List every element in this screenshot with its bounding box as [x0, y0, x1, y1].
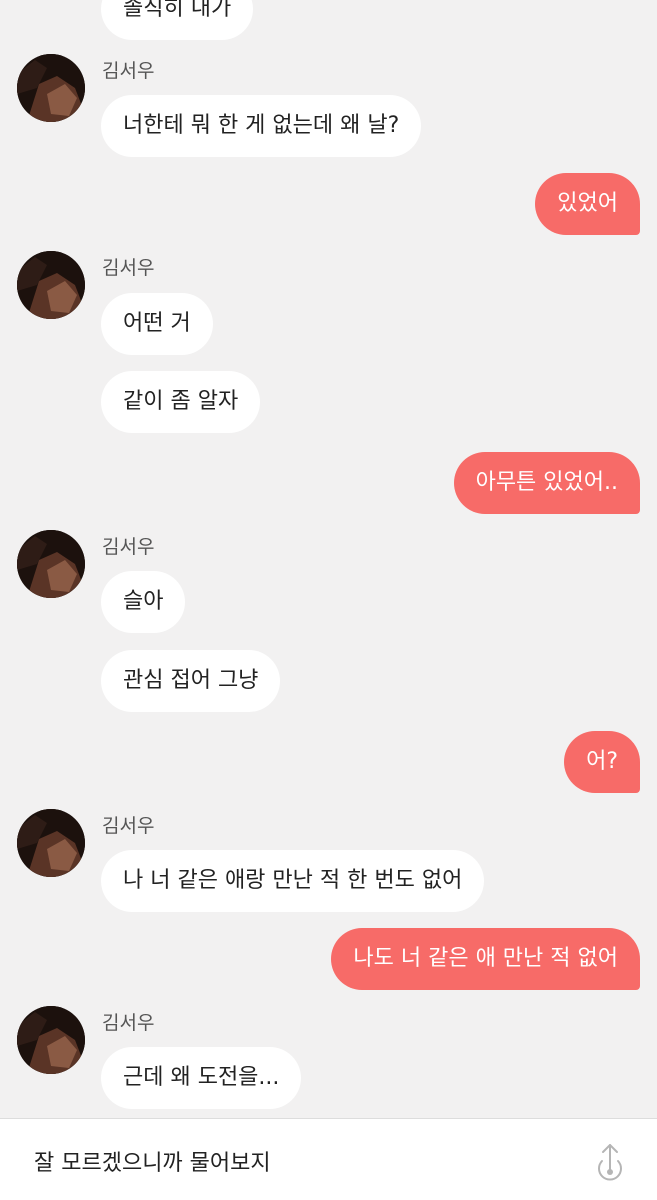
sender-name: 김서우: [102, 536, 155, 558]
avatar-photo-icon: [17, 809, 85, 877]
sender-name: 김서우: [102, 1012, 155, 1034]
message-input-bar: 잘 모르겠으니까 물어보지: [0, 1118, 657, 1200]
avatar-photo-icon: [17, 54, 85, 122]
sender-name: 김서우: [102, 815, 155, 837]
sender-avatar[interactable]: [17, 251, 85, 319]
incoming-message: 너한테 뭐 한 게 없는데 왜 날?: [101, 95, 422, 157]
sender-avatar[interactable]: [17, 54, 85, 122]
outgoing-message: 나도 너 같은 애 만난 적 없어: [331, 928, 640, 990]
sender-name: 김서우: [102, 257, 155, 279]
avatar-photo-icon: [17, 1006, 85, 1074]
chat-area[interactable]: 솔직히 내가 김서우 너한테 뭐 한 게 없는데 왜 날? 있었어 김서우 어떤…: [0, 0, 657, 1118]
incoming-message: 관심 접어 그냥: [101, 650, 281, 712]
incoming-message: 근데 왜 도전을...: [101, 1047, 302, 1109]
outgoing-message: 아무튼 있었어..: [453, 452, 640, 514]
sender-name: 김서우: [102, 60, 155, 82]
incoming-message: 같이 좀 알자: [101, 371, 261, 433]
outgoing-message: 있었어: [535, 173, 640, 235]
avatar-photo-icon: [17, 530, 85, 598]
sender-avatar[interactable]: [17, 1006, 85, 1074]
incoming-message: 슬아: [101, 571, 186, 633]
avatar-photo-icon: [17, 251, 85, 319]
send-arrow-icon[interactable]: [592, 1141, 628, 1185]
sender-avatar[interactable]: [17, 809, 85, 877]
message-input[interactable]: 잘 모르겠으니까 물어보지: [34, 1145, 271, 1177]
sender-avatar[interactable]: [17, 530, 85, 598]
incoming-message: 나 너 같은 애랑 만난 적 한 번도 없어: [101, 850, 485, 912]
outgoing-message: 어?: [564, 731, 640, 793]
incoming-message: 어떤 거: [101, 293, 213, 355]
incoming-message: 솔직히 내가: [101, 0, 254, 40]
